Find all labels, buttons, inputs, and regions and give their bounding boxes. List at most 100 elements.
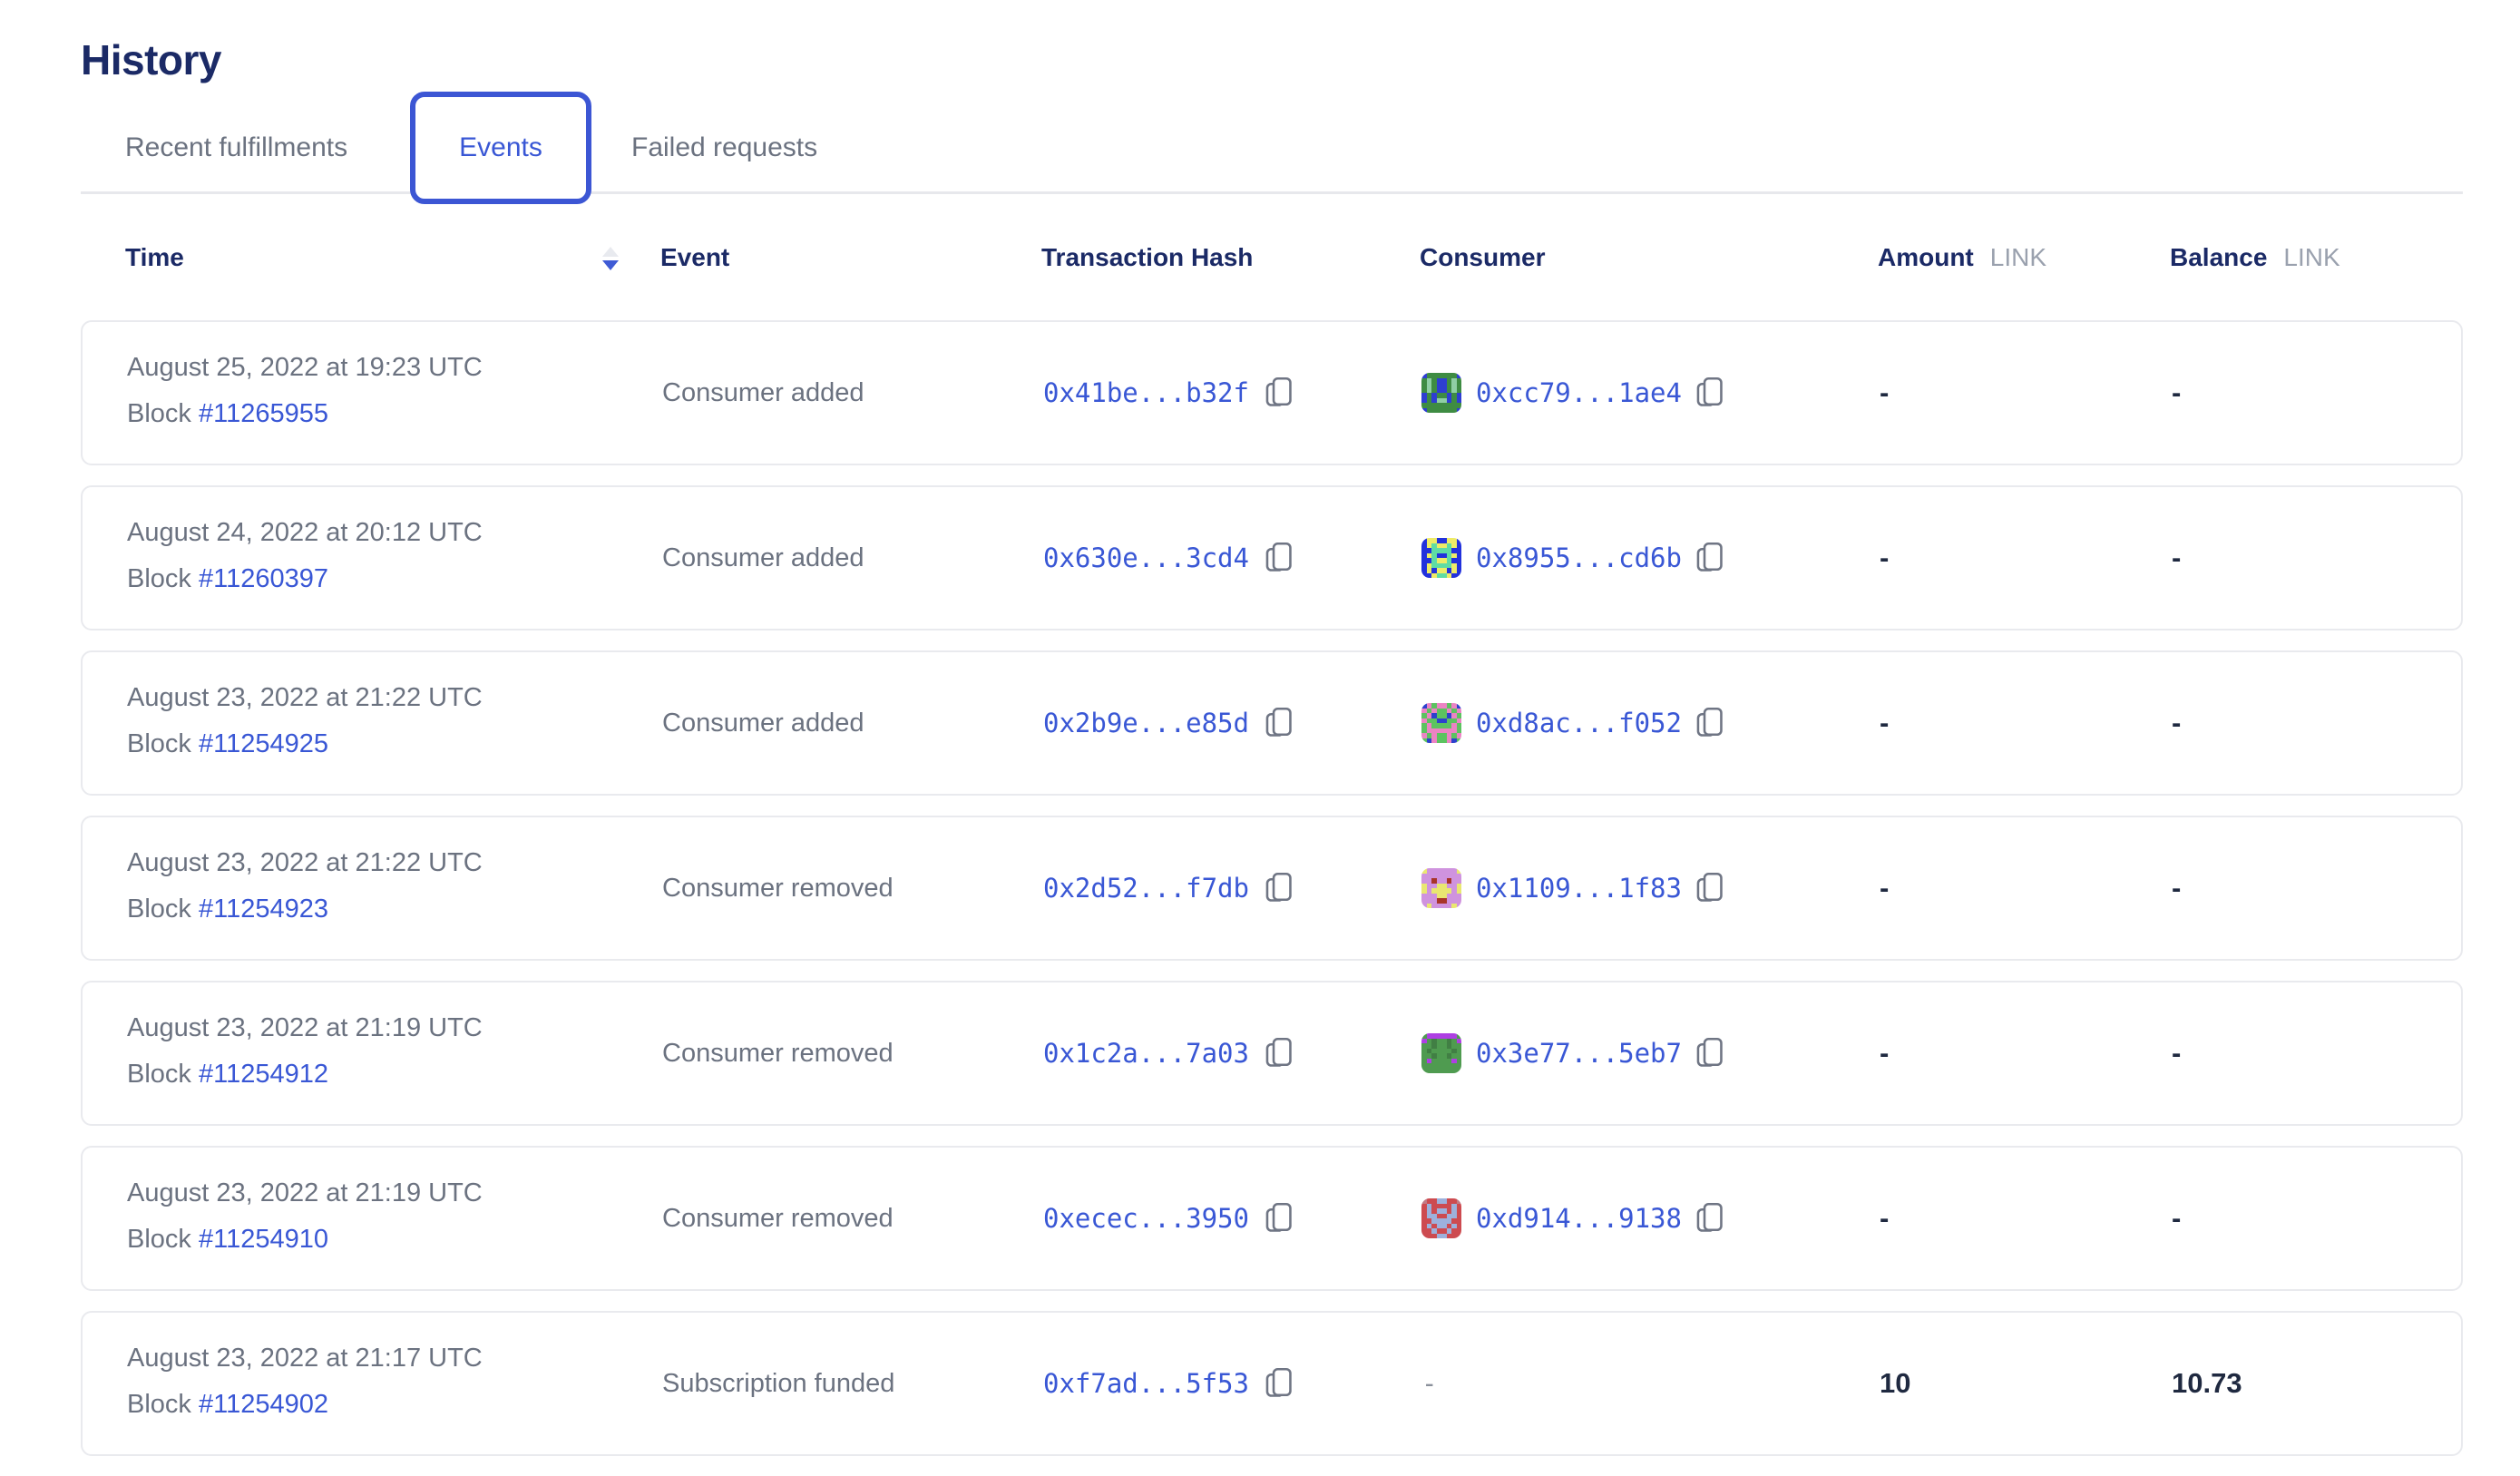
balance-value: -: [2172, 707, 2181, 739]
block-link[interactable]: #11260397: [199, 564, 328, 593]
row-date: August 23, 2022 at 21:19 UTC: [127, 1178, 483, 1208]
consumer-copy-button[interactable]: [1696, 376, 1724, 409]
tx-hash-link[interactable]: 0x630e...3cd4: [1043, 543, 1249, 573]
amount-cell: -: [1880, 1148, 1889, 1289]
tx-copy-button[interactable]: [1265, 542, 1293, 574]
tab-recent-fulfillments[interactable]: Recent fulfillments: [125, 132, 347, 163]
consumer-address-link[interactable]: 0xcc79...1ae4: [1476, 377, 1682, 408]
copy-icon: [1696, 707, 1724, 739]
consumer-address-link[interactable]: 0x8955...cd6b: [1476, 543, 1682, 573]
consumer-identicon: [1421, 373, 1461, 413]
copy-icon: [1265, 1037, 1293, 1070]
consumer-cell: 0xd8ac...f052: [1421, 652, 1724, 794]
copy-icon: [1265, 542, 1293, 574]
tx-copy-button[interactable]: [1265, 1202, 1293, 1235]
tx-hash-link[interactable]: 0x2d52...f7db: [1043, 873, 1249, 904]
copy-icon: [1265, 1202, 1293, 1235]
balance-cell: -: [2172, 817, 2181, 959]
tx-copy-button[interactable]: [1265, 1037, 1293, 1070]
consumer-copy-button[interactable]: [1696, 1037, 1724, 1070]
consumer-cell: 0x8955...cd6b: [1421, 487, 1724, 629]
table-row: August 23, 2022 at 21:19 UTC Block #1125…: [81, 1146, 2463, 1291]
balance-value: -: [2172, 376, 2181, 409]
block-label: Block: [127, 729, 191, 758]
block-link[interactable]: #11254902: [199, 1390, 328, 1419]
consumer-copy-button[interactable]: [1696, 542, 1724, 574]
consumer-copy-button[interactable]: [1696, 872, 1724, 904]
event-cell: Consumer added: [662, 487, 864, 629]
transaction-hash-cell: 0xecec...3950: [1043, 1148, 1293, 1289]
block-link[interactable]: #11254912: [199, 1060, 328, 1089]
tx-hash-link[interactable]: 0x2b9e...e85d: [1043, 708, 1249, 738]
amount-cell: -: [1880, 652, 1889, 794]
row-date: August 25, 2022 at 19:23 UTC: [127, 353, 483, 383]
block-label: Block: [127, 399, 191, 428]
consumer-address-link[interactable]: 0x1109...1f83: [1476, 873, 1682, 904]
amount-cell: -: [1880, 487, 1889, 629]
consumer-address-link[interactable]: 0x3e77...5eb7: [1476, 1038, 1682, 1069]
tx-copy-button[interactable]: [1265, 707, 1293, 739]
copy-icon: [1265, 872, 1293, 904]
consumer-identicon: [1421, 538, 1461, 578]
sort-down-arrow: [602, 260, 619, 270]
tx-hash-link[interactable]: 0x1c2a...7a03: [1043, 1038, 1249, 1069]
row-date: August 24, 2022 at 20:12 UTC: [127, 518, 483, 548]
consumer-cell: 0x3e77...5eb7: [1421, 982, 1724, 1124]
column-header-time[interactable]: Time: [125, 243, 184, 272]
consumer-identicon: [1421, 1198, 1461, 1238]
sort-desc-icon[interactable]: [601, 247, 619, 274]
tx-hash-link[interactable]: 0x41be...b32f: [1043, 377, 1249, 408]
column-header-balance: BalanceLINK: [2170, 243, 2340, 272]
copy-icon: [1696, 872, 1724, 904]
tx-copy-button[interactable]: [1265, 872, 1293, 904]
amount-value: -: [1880, 376, 1889, 409]
consumer-cell: 0x1109...1f83: [1421, 817, 1724, 959]
consumer-address-link[interactable]: 0xd914...9138: [1476, 1203, 1682, 1234]
tx-hash-link[interactable]: 0xf7ad...5f53: [1043, 1368, 1249, 1399]
consumer-address-link[interactable]: 0xd8ac...f052: [1476, 708, 1682, 738]
event-cell: Consumer added: [662, 322, 864, 464]
event-cell: Consumer removed: [662, 1148, 894, 1289]
consumer-copy-button[interactable]: [1696, 707, 1724, 739]
table-row: August 24, 2022 at 20:12 UTC Block #1126…: [81, 485, 2463, 630]
balance-cell: -: [2172, 487, 2181, 629]
balance-unit-label: LINK: [2283, 243, 2339, 271]
tab-events-label: Events: [459, 132, 542, 163]
amount-unit-label: LINK: [1990, 243, 2046, 271]
block-link[interactable]: #11254925: [199, 729, 328, 758]
consumer-cell: -: [1421, 1313, 1437, 1454]
block-link[interactable]: #11254923: [199, 894, 328, 924]
time-cell: August 23, 2022 at 21:17 UTC Block #1125…: [127, 1344, 483, 1420]
balance-cell: -: [2172, 1148, 2181, 1289]
amount-cell: -: [1880, 817, 1889, 959]
amount-value: -: [1880, 1202, 1889, 1235]
block-label: Block: [127, 564, 191, 593]
tx-copy-button[interactable]: [1265, 376, 1293, 409]
amount-value: -: [1880, 1037, 1889, 1070]
balance-value: -: [2172, 1037, 2181, 1070]
event-cell: Consumer removed: [662, 817, 894, 959]
balance-value: -: [2172, 1202, 2181, 1235]
tx-hash-link[interactable]: 0xecec...3950: [1043, 1203, 1249, 1234]
consumer-identicon: [1421, 868, 1461, 908]
transaction-hash-cell: 0x1c2a...7a03: [1043, 982, 1293, 1124]
balance-value: -: [2172, 542, 2181, 574]
event-label: Consumer added: [662, 543, 864, 573]
transaction-hash-cell: 0x2b9e...e85d: [1043, 652, 1293, 794]
consumer-copy-button[interactable]: [1696, 1202, 1724, 1235]
table-row: August 23, 2022 at 21:19 UTC Block #1125…: [81, 981, 2463, 1126]
table-row: August 23, 2022 at 21:17 UTC Block #1125…: [81, 1311, 2463, 1456]
block-link[interactable]: #11254910: [199, 1225, 328, 1254]
consumer-cell: 0xd914...9138: [1421, 1148, 1724, 1289]
transaction-hash-cell: 0x41be...b32f: [1043, 322, 1293, 464]
time-cell: August 24, 2022 at 20:12 UTC Block #1126…: [127, 518, 483, 594]
event-label: Consumer added: [662, 709, 864, 738]
tab-events[interactable]: Events: [410, 92, 591, 204]
amount-value: -: [1880, 542, 1889, 574]
block-link[interactable]: #11265955: [199, 399, 328, 428]
amount-value: -: [1880, 707, 1889, 739]
row-date: August 23, 2022 at 21:19 UTC: [127, 1013, 483, 1043]
tab-failed-requests[interactable]: Failed requests: [631, 132, 817, 163]
tx-copy-button[interactable]: [1265, 1367, 1293, 1400]
event-label: Consumer removed: [662, 1039, 894, 1069]
